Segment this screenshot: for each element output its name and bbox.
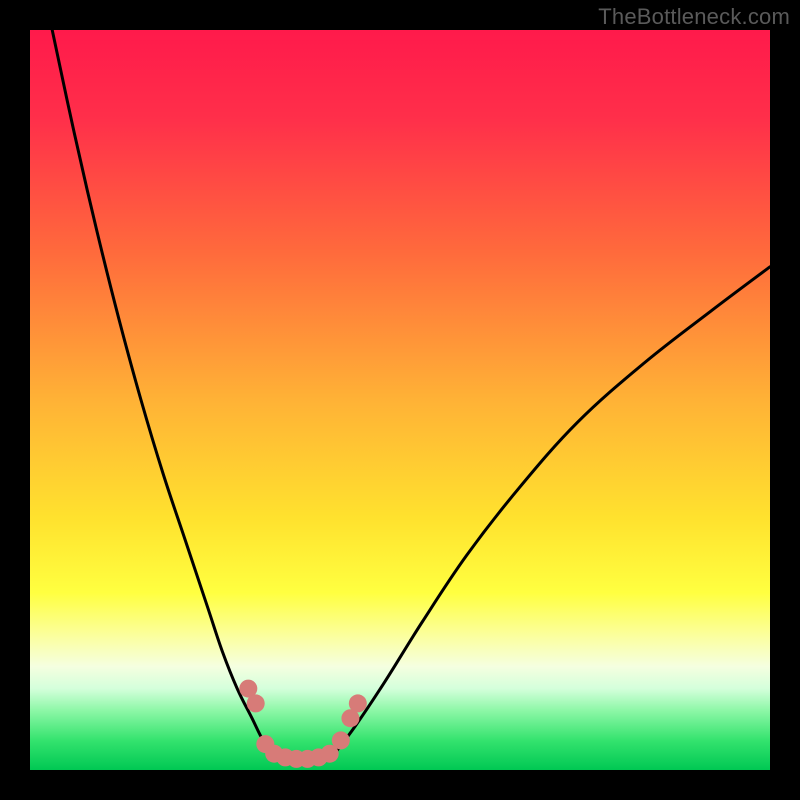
watermark-text: TheBottleneck.com <box>598 4 790 30</box>
marker-group <box>239 680 367 768</box>
chart-curves <box>30 30 770 770</box>
plot-area <box>30 30 770 770</box>
marker-dot <box>332 731 350 749</box>
curve-right <box>333 267 770 755</box>
chart-frame: TheBottleneck.com <box>0 0 800 800</box>
marker-dot <box>349 694 367 712</box>
marker-dot <box>247 694 265 712</box>
curve-left <box>52 30 274 755</box>
